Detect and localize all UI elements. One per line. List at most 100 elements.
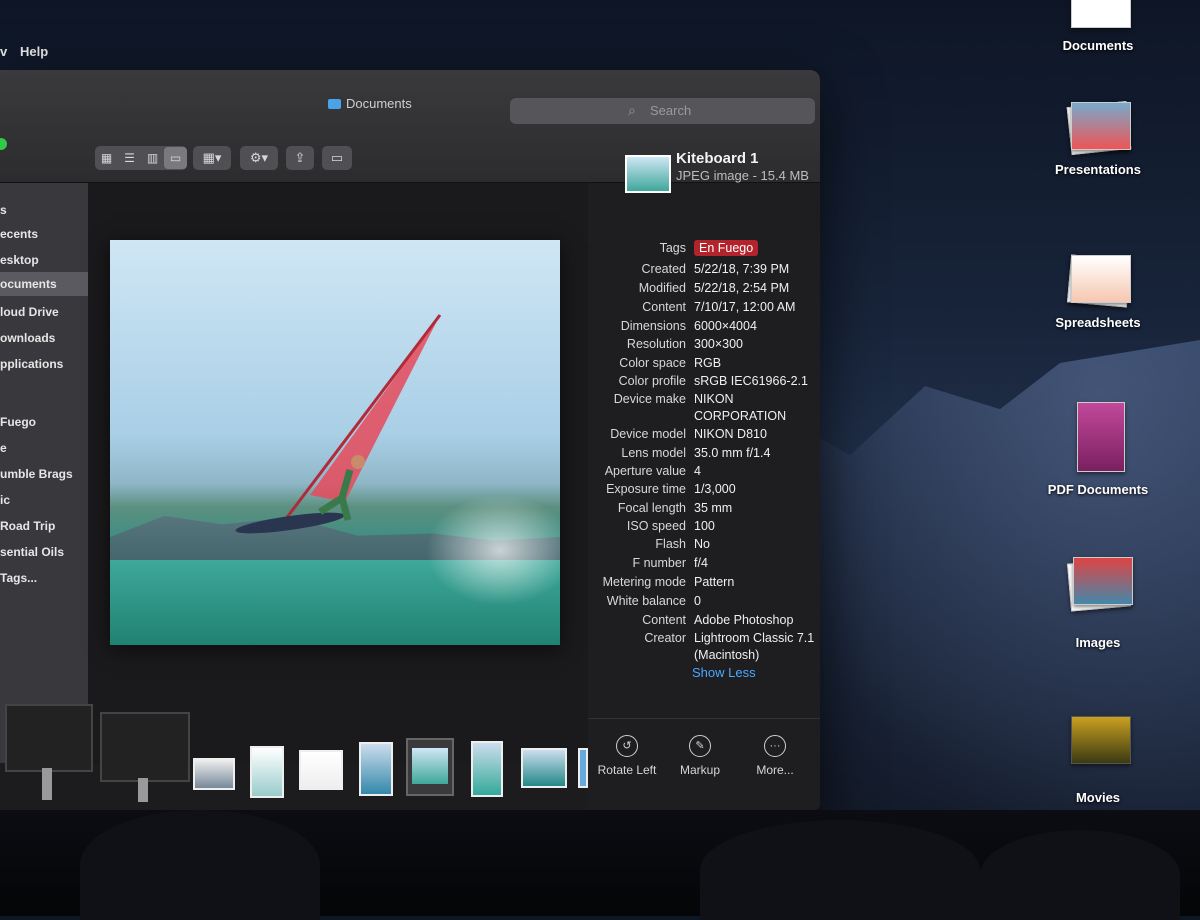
metadata-label: Dimensions — [620, 319, 686, 333]
stack-sheet — [1073, 557, 1133, 605]
menu-item-help[interactable]: Help — [20, 44, 48, 59]
audience-silhouettes — [0, 810, 1200, 920]
metadata-value: 300×300 — [694, 337, 744, 351]
desktop-stack-documents[interactable]: Documents — [1038, 0, 1158, 53]
thumbnail[interactable] — [193, 758, 235, 790]
sidebar-tag[interactable]: e — [0, 441, 7, 455]
tag-pill: En Fuego — [694, 240, 759, 256]
metadata-value: 6000×4004 — [694, 319, 757, 333]
sidebar-tag-road-trip[interactable]: Road Trip — [0, 519, 55, 533]
images-stack-icon — [1067, 555, 1133, 625]
thumbnail[interactable] — [250, 746, 284, 798]
monitor-stand — [138, 778, 148, 802]
metadata-label: ISO speed — [626, 519, 686, 533]
metadata-value: 1/3,000 — [694, 482, 736, 496]
tag-en-fuego-badge[interactable]: En Fuego — [694, 240, 759, 256]
icon-view-icon[interactable]: ▦ — [95, 147, 118, 169]
window-title: Documents — [328, 96, 412, 111]
metadata-label: Resolution — [626, 337, 686, 351]
desktop-stack-pdf-documents[interactable]: PDF Documents — [1038, 400, 1158, 497]
sidebar: s ecents esktop ocuments loud Drive ownl… — [0, 183, 88, 763]
search-icon: ⌕ — [628, 102, 636, 118]
metadata-label: Device make — [613, 392, 686, 406]
search-placeholder: Search — [650, 103, 692, 118]
movies-stack-icon — [1067, 710, 1131, 780]
desktop-stack-movies[interactable]: Movies — [1038, 710, 1158, 805]
metadata-value: Adobe Photoshop — [694, 613, 794, 627]
metadata-value: 4 — [694, 464, 701, 478]
group-button[interactable]: ▦▾ — [193, 146, 231, 170]
thumbnail[interactable] — [471, 741, 503, 797]
menu-bar: v Help — [0, 40, 420, 66]
metadata-value: 5/22/18, 2:54 PM — [694, 281, 790, 295]
monitor — [5, 704, 93, 772]
metadata-value: No — [694, 537, 710, 551]
metadata-label: Lens model — [621, 446, 686, 460]
action-button[interactable]: ⚙▾ — [240, 146, 278, 170]
audience-head — [980, 830, 1180, 920]
stack-sheet — [1071, 102, 1131, 150]
spreadsheets-stack-icon — [1067, 253, 1131, 308]
sidebar-item-recents[interactable]: ecents — [0, 227, 38, 241]
thumbnail[interactable] — [578, 748, 588, 788]
more-icon: ··· — [764, 735, 786, 757]
desktop-stack-images[interactable]: Images — [1038, 555, 1158, 650]
share-icon: ⇪ — [294, 150, 306, 165]
metadata-value: 7/10/17, 12:00 AM — [694, 300, 796, 314]
metadata-label: Color space — [619, 356, 686, 370]
menu-item-view[interactable]: v — [0, 44, 7, 59]
presentations-stack-icon — [1066, 100, 1132, 156]
desktop-stack-presentations[interactable]: Presentations — [1038, 100, 1158, 177]
windsurfer-illustration — [235, 314, 442, 534]
more-button[interactable]: ··· More... — [740, 735, 810, 777]
sidebar-item[interactable]: s — [0, 203, 7, 217]
thumbnail-image — [412, 748, 448, 784]
metadata-label: Content — [642, 300, 686, 314]
metadata-label: Metering mode — [602, 575, 686, 589]
metadata-label: Created — [641, 262, 686, 276]
rotate-left-icon: ↺ — [616, 735, 638, 757]
sidebar-tag-essential-oils[interactable]: sential Oils — [0, 545, 64, 559]
desktop-stack-spreadsheets[interactable]: Spreadsheets — [1038, 253, 1158, 330]
tags-button[interactable]: ▭ — [322, 146, 352, 170]
metadata-label: Device model — [610, 427, 686, 441]
markup-button[interactable]: ✎ Markup — [665, 735, 735, 777]
search-input[interactable]: ⌕ Search — [510, 98, 815, 124]
thumbnail-selected[interactable] — [406, 738, 454, 796]
metadata-value-continued: (Macintosh) — [694, 648, 760, 662]
thumbnail[interactable] — [359, 742, 393, 796]
thumbnail[interactable] — [299, 750, 343, 790]
zoom-button[interactable] — [0, 138, 7, 150]
metadata-label: Content — [642, 613, 686, 627]
sidebar-item-desktop[interactable]: esktop — [0, 253, 39, 267]
group-icon: ▦▾ — [202, 150, 222, 165]
metadata-value: Pattern — [694, 575, 735, 589]
metadata-value: 5/22/18, 7:39 PM — [694, 262, 790, 276]
column-view-icon[interactable]: ▥ — [141, 147, 164, 169]
sidebar-tag[interactable]: ic — [0, 493, 10, 507]
kiteboard-photo-preview[interactable] — [110, 240, 560, 645]
stack-sheet — [1071, 0, 1131, 28]
audience-head — [80, 810, 320, 920]
list-view-icon[interactable]: ☰ — [118, 147, 141, 169]
sidebar-tag-en-fuego[interactable]: Fuego — [0, 415, 36, 429]
sidebar-tag-humble-brags[interactable]: umble Brags — [0, 467, 73, 481]
metadata-label: Exposure time — [606, 482, 686, 496]
sidebar-all-tags[interactable]: Tags... — [0, 571, 37, 585]
metadata-value: sRGB IEC61966-2.1 — [694, 374, 808, 388]
sidebar-item-documents[interactable]: ocuments — [0, 272, 88, 296]
sidebar-item-icloud-drive[interactable]: loud Drive — [0, 305, 59, 319]
thumbnail[interactable] — [521, 748, 567, 788]
stack-sheet — [1071, 716, 1131, 764]
file-thumbnail-icon — [625, 155, 671, 193]
gallery-view-icon[interactable]: ▭ — [164, 147, 187, 169]
pdf-stack-icon — [1067, 400, 1129, 472]
metadata-value: NIKON D810 — [694, 427, 767, 441]
share-button[interactable]: ⇪ — [286, 146, 314, 170]
sidebar-item-applications[interactable]: pplications — [0, 357, 63, 371]
file-name: Kiteboard 1 — [676, 150, 759, 167]
preview-info-panel — [588, 183, 820, 810]
rotate-left-button[interactable]: ↺ Rotate Left — [592, 735, 662, 777]
show-less-link[interactable]: Show Less — [692, 665, 756, 680]
sidebar-item-downloads[interactable]: ownloads — [0, 331, 55, 345]
